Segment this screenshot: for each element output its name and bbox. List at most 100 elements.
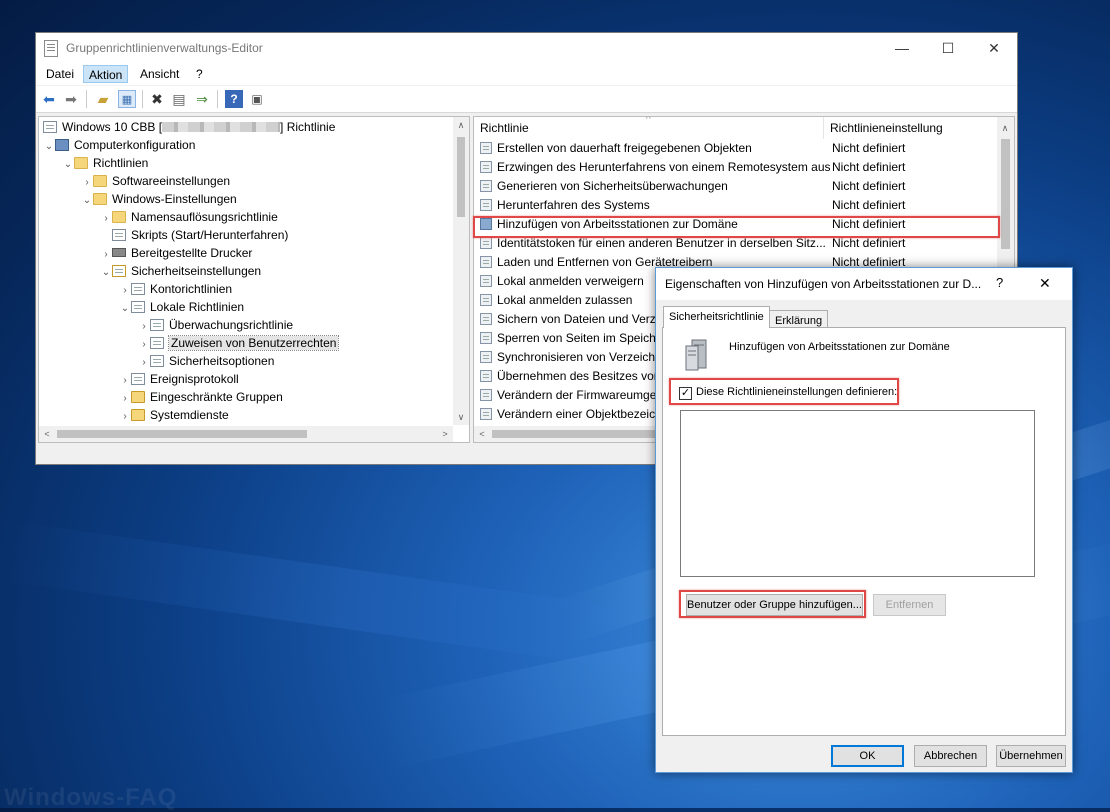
- policy-row[interactable]: Generieren von Sicherheitsüberwachungen N…: [474, 177, 996, 196]
- menu-ansicht[interactable]: Ansicht: [135, 65, 184, 83]
- maximize-button[interactable]: ☐: [925, 33, 971, 63]
- policy-row[interactable]: Identitätstoken für einen anderen Benutz…: [474, 234, 996, 253]
- window-titlebar[interactable]: Gruppenrichtlinienverwaltungs-Editor — ☐…: [36, 33, 1017, 63]
- policy-name: Lokal anmelden verweigern: [497, 274, 644, 288]
- policy-name: Generieren von Sicherheitsüberwachungen: [497, 179, 728, 193]
- tree-item-label: Windows-Einstellungen: [112, 192, 237, 206]
- policy-row[interactable]: Herunterfahren des Systems Nicht definier…: [474, 196, 996, 215]
- back-arrow-icon[interactable]: ⬅: [40, 90, 58, 108]
- tree-item-zuweisen-benutzerrechte[interactable]: › Zuweisen von Benutzerrechten: [138, 334, 340, 352]
- policy-row[interactable]: Erstellen von dauerhaft freigegebenen Ob…: [474, 139, 996, 158]
- chevron-down-icon[interactable]: ⌄: [62, 156, 74, 174]
- remove-button[interactable]: Entfernen: [873, 594, 946, 616]
- tree-item-ueberwachungsrichtlinie[interactable]: › Überwachungsrichtlinie: [138, 316, 293, 334]
- policy-item-icon: [480, 161, 492, 173]
- scrollbar-thumb[interactable]: [1001, 139, 1010, 249]
- properties-icon[interactable]: ▤: [170, 90, 188, 108]
- tab-sicherheitsrichtlinie[interactable]: Sicherheitsrichtlinie: [663, 306, 770, 328]
- tree-item-eingeschraenkte-gruppen[interactable]: › Eingeschränkte Gruppen: [119, 388, 283, 406]
- delete-icon[interactable]: ✖: [148, 90, 166, 108]
- scroll-up-arrow-icon[interactable]: ∧: [998, 121, 1012, 135]
- folder-icon: [112, 211, 126, 223]
- chevron-right-icon[interactable]: ›: [119, 408, 131, 426]
- console-view-icon[interactable]: ▣: [248, 90, 266, 108]
- tree-item-softwareeinstellungen[interactable]: › Softwareeinstellungen: [81, 172, 230, 190]
- export-list-icon[interactable]: ⇒: [193, 90, 211, 108]
- tree-item-systemdienste[interactable]: › Systemdienste: [119, 406, 229, 426]
- tree-vertical-scrollbar[interactable]: ∧ ∨: [453, 117, 469, 425]
- chevron-down-icon[interactable]: ⌄: [81, 192, 93, 210]
- tree-item-richtlinien[interactable]: ⌄ Richtlinien: [62, 154, 149, 174]
- tree-item-lokale-richtlinien[interactable]: ⌄ Lokale Richtlinien: [119, 298, 244, 316]
- scroll-left-arrow-icon[interactable]: <: [475, 427, 489, 441]
- tree-item-computerkonfiguration[interactable]: ⌄ Computerkonfiguration: [43, 136, 196, 156]
- tree-item-kontorichtlinien[interactable]: › Kontorichtlinien: [119, 280, 232, 298]
- scrollbar-thumb[interactable]: [457, 137, 465, 217]
- add-user-or-group-button[interactable]: Benutzer oder Gruppe hinzufügen...: [686, 594, 863, 616]
- tree-item-label: Systemdienste: [150, 408, 229, 422]
- policy-setting: Nicht definiert: [832, 160, 906, 174]
- dialog-close-button[interactable]: ✕: [1039, 275, 1051, 292]
- tree-item-windows-einstellungen[interactable]: ⌄ Windows-Einstellungen: [81, 190, 237, 208]
- column-header-label: Richtlinie: [480, 121, 529, 135]
- chevron-down-icon[interactable]: ⌄: [43, 138, 55, 156]
- users-groups-listbox[interactable]: [680, 410, 1035, 577]
- tree-root[interactable]: Windows 10 CBB [] Richtlinie: [43, 118, 335, 136]
- tree-item-namensaufloesung[interactable]: › Namensauflösungsrichtlinie: [100, 208, 277, 226]
- policy-item-icon: [480, 408, 492, 420]
- toolbar-separator: [142, 90, 143, 108]
- redacted-domain: [162, 122, 281, 132]
- scroll-right-arrow-icon[interactable]: >: [438, 427, 452, 441]
- policy-cell: Erstellen von dauerhaft freigegebenen Ob…: [480, 139, 830, 158]
- policy-item-icon: [480, 313, 492, 325]
- chevron-down-icon[interactable]: ⌄: [119, 300, 131, 318]
- define-settings-checkbox[interactable]: ✓: [679, 387, 692, 400]
- tree-item-sicherheitsoptionen[interactable]: › Sicherheitsoptionen: [138, 352, 274, 370]
- minimize-button[interactable]: —: [879, 33, 925, 63]
- tree-item-sicherheitseinstellungen[interactable]: ⌄ Sicherheitseinstellungen: [100, 262, 261, 280]
- dialog-titlebar[interactable]: Eigenschaften von Hinzufügen von Arbeits…: [656, 268, 1072, 300]
- security-settings-icon: [112, 265, 126, 277]
- tree-item-skripts[interactable]: Skripts (Start/Herunterfahren): [100, 226, 288, 244]
- policy-item-icon: [480, 370, 492, 382]
- policy-item-icon: [480, 389, 492, 401]
- apply-button[interactable]: Übernehmen: [996, 745, 1066, 767]
- tree-item-drucker[interactable]: › Bereitgestellte Drucker: [100, 244, 252, 262]
- window-title: Gruppenrichtlinienverwaltungs-Editor: [66, 41, 263, 55]
- column-header-setting[interactable]: Richtlinieneinstellung: [824, 117, 998, 139]
- dialog-help-button[interactable]: ?: [996, 275, 1003, 290]
- menu-aktion[interactable]: Aktion: [83, 65, 129, 83]
- scroll-down-arrow-icon[interactable]: ∨: [454, 410, 468, 424]
- policy-item-icon: [480, 180, 492, 192]
- up-folder-icon[interactable]: ▰: [94, 90, 112, 108]
- help-icon[interactable]: ?: [225, 90, 243, 108]
- scroll-left-arrow-icon[interactable]: <: [40, 427, 54, 441]
- tree-item-label: Computerkonfiguration: [74, 138, 196, 152]
- policy-setting: Nicht definiert: [832, 217, 906, 231]
- show-hide-tree-icon[interactable]: ▦: [118, 90, 136, 108]
- policy-cell: Generieren von Sicherheitsüberwachungen: [480, 177, 830, 196]
- tree-item-label: Sicherheitsoptionen: [169, 354, 275, 368]
- scrollbar-thumb[interactable]: [57, 430, 307, 438]
- policy-name: Sichern von Dateien und Verze: [497, 312, 663, 326]
- policy-row[interactable]: Erzwingen des Herunterfahrens von einem …: [474, 158, 996, 177]
- chevron-down-icon[interactable]: ⌄: [100, 264, 112, 282]
- policy-item-icon: [480, 275, 492, 287]
- ok-button[interactable]: OK: [831, 745, 904, 767]
- scroll-up-arrow-icon[interactable]: ∧: [454, 118, 468, 132]
- menu-datei[interactable]: Datei: [41, 65, 79, 83]
- menu-help[interactable]: ?: [191, 65, 208, 83]
- policy-row[interactable]: Hinzufügen von Arbeitsstationen zur Domä…: [474, 215, 996, 234]
- policy-name: Lokal anmelden zulassen: [497, 293, 633, 307]
- printer-icon: [112, 248, 126, 257]
- tree-item-label: Eingeschränkte Gruppen: [150, 390, 283, 404]
- column-header-policy[interactable]: Richtlinie ^: [474, 117, 824, 139]
- tree-item-ereignisprotokoll[interactable]: › Ereignisprotokoll: [119, 370, 238, 388]
- cancel-button[interactable]: Abbrechen: [914, 745, 987, 767]
- forward-arrow-icon[interactable]: ➡: [62, 90, 80, 108]
- close-button[interactable]: ✕: [971, 33, 1017, 63]
- sort-up-icon: ^: [646, 116, 651, 125]
- policy-item-icon: [480, 237, 492, 249]
- tree-horizontal-scrollbar[interactable]: < >: [39, 426, 453, 442]
- policy-setting: Nicht definiert: [832, 198, 906, 212]
